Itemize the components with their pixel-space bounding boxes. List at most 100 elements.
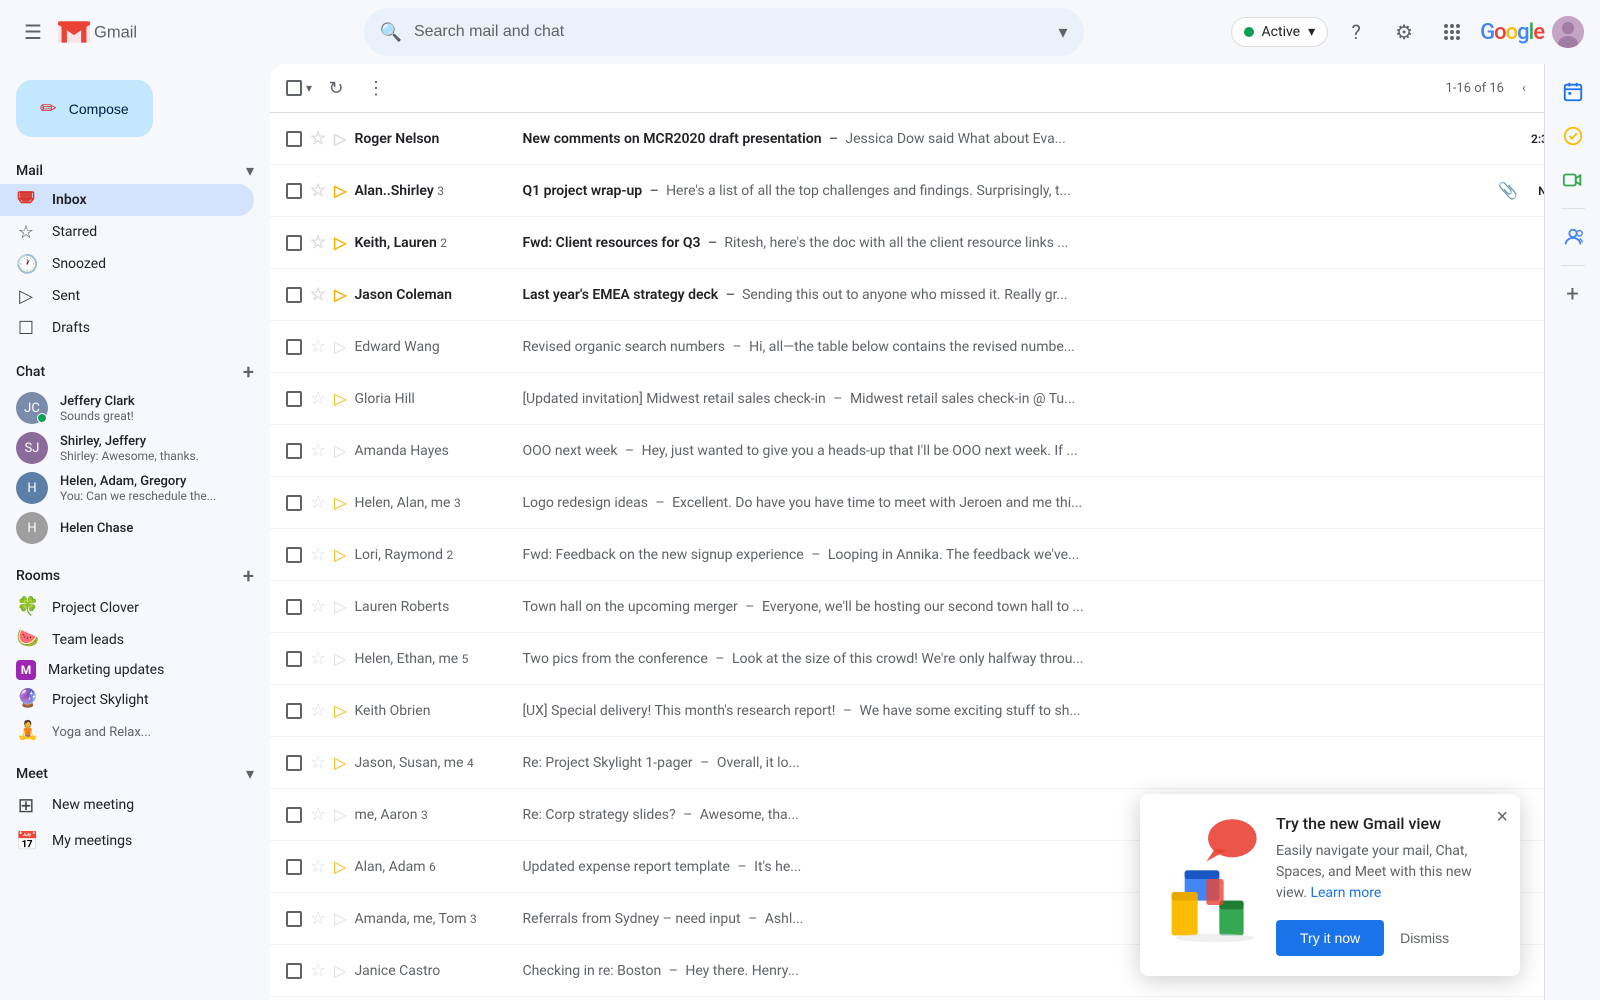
meet-my-meetings[interactable]: 📅 My meetings — [0, 823, 254, 859]
menu-icon[interactable]: ☰ — [16, 12, 50, 52]
user-avatar[interactable] — [1552, 16, 1584, 48]
email-row-9[interactable]: ☆ ▷ Lori, Raymond 2 Fwd: Feedback on the… — [270, 529, 1592, 581]
add-apps-button[interactable]: + — [1553, 274, 1593, 314]
room-marketing-updates[interactable]: M Marketing updates — [0, 656, 254, 684]
email-star-5[interactable]: ☆ — [310, 336, 326, 357]
chat-person-jeffery[interactable]: JC Jeffery Clark Sounds great! — [0, 388, 254, 428]
email-row-3[interactable]: ☆ ▷ Keith, Lauren 2 Fwd: Client resource… — [270, 217, 1592, 269]
chat-person-extra[interactable]: H Helen Chase — [0, 508, 254, 548]
email-star-7[interactable]: ☆ — [310, 440, 326, 461]
tasks-icon-btn[interactable] — [1553, 116, 1593, 156]
email-checkbox-11[interactable] — [286, 651, 302, 667]
email-checkbox-6[interactable] — [286, 391, 302, 407]
settings-button[interactable]: ⚙ — [1384, 12, 1424, 52]
chat-person-shirley[interactable]: SJ Shirley, Jeffery Shirley: Awesome, th… — [0, 428, 254, 468]
email-checkbox-13[interactable] — [286, 755, 302, 771]
dismiss-button[interactable]: Dismiss — [1400, 930, 1449, 946]
try-it-now-button[interactable]: Try it now — [1276, 920, 1384, 956]
email-checkbox-9[interactable] — [286, 547, 302, 563]
email-star-8[interactable]: ☆ — [310, 492, 326, 513]
status-button[interactable]: Active ▾ — [1231, 17, 1329, 47]
email-star-16[interactable]: ☆ — [310, 908, 326, 929]
chat-name-jeffery: Jeffery Clark — [60, 394, 238, 409]
email-checkbox-2[interactable] — [286, 183, 302, 199]
email-checkbox-16[interactable] — [286, 911, 302, 927]
help-button[interactable]: ? — [1336, 12, 1376, 52]
room-emoji-teamleads: 🍉 — [16, 628, 40, 652]
meet-new-meeting[interactable]: ⊞ New meeting — [0, 787, 254, 823]
sidebar-item-starred[interactable]: ☆ Starred — [0, 216, 254, 248]
room-yoga[interactable]: 🧘 Yoga and Relax... — [0, 716, 254, 748]
email-row-4[interactable]: ☆ ▷ Jason Coleman Last year's EMEA strat… — [270, 269, 1592, 321]
email-row-10[interactable]: ☆ ▷ Lauren Roberts Town hall on the upco… — [270, 581, 1592, 633]
email-row-11[interactable]: ☆ ▷ Helen, Ethan, me 5 Two pics from the… — [270, 633, 1592, 685]
email-checkbox-7[interactable] — [286, 443, 302, 459]
sidebar-item-sent[interactable]: ▷ Sent — [0, 280, 254, 312]
select-chevron-icon[interactable]: ▾ — [306, 81, 312, 95]
prev-page-button[interactable]: ‹ — [1508, 72, 1540, 104]
email-row-7[interactable]: ☆ ▷ Amanda Hayes OOO next week – Hey, ju… — [270, 425, 1592, 477]
email-star-15[interactable]: ☆ — [310, 856, 326, 877]
chat-person-helen[interactable]: H Helen, Adam, Gregory You: Can we resch… — [0, 468, 254, 508]
email-checkbox-4[interactable] — [286, 287, 302, 303]
email-checkbox-3[interactable] — [286, 235, 302, 251]
email-checkbox-17[interactable] — [286, 963, 302, 979]
room-project-skylight[interactable]: 🔮 Project Skylight — [0, 684, 254, 716]
email-checkbox-5[interactable] — [286, 339, 302, 355]
sidebar-item-drafts[interactable]: ☐ Drafts — [0, 312, 254, 344]
email-checkbox-10[interactable] — [286, 599, 302, 615]
email-star-11[interactable]: ☆ — [310, 648, 326, 669]
email-star-6[interactable]: ☆ — [310, 388, 326, 409]
email-star-14[interactable]: ☆ — [310, 804, 326, 825]
email-checkbox-12[interactable] — [286, 703, 302, 719]
email-star-17[interactable]: ☆ — [310, 960, 326, 981]
rooms-section-label[interactable]: Rooms + — [0, 556, 270, 592]
email-star-9[interactable]: ☆ — [310, 544, 326, 565]
left-sidebar: ✏ Compose Mail ▾ Inbox ☆ Starred 🕐 Snooz… — [0, 64, 270, 1000]
email-checkbox-1[interactable] — [286, 131, 302, 147]
chat-section-label[interactable]: Chat + — [0, 352, 270, 388]
email-row-1[interactable]: ☆ ▷ Roger Nelson New comments on MCR2020… — [270, 113, 1592, 165]
email-row-2[interactable]: ☆ ▷ Alan..Shirley 3 Q1 project wrap-up –… — [270, 165, 1592, 217]
room-team-leads[interactable]: 🍉 Team leads — [0, 624, 254, 656]
email-star-3[interactable]: ☆ — [310, 232, 326, 253]
contacts-icon-btn[interactable] — [1553, 217, 1593, 257]
chat-add-icon[interactable]: + — [243, 360, 254, 384]
email-sender-14: me, Aaron 3 — [354, 807, 514, 823]
meet-section-label[interactable]: Meet ▾ — [0, 756, 270, 787]
more-options-button[interactable]: ⋮ — [360, 72, 392, 104]
select-all-checkbox[interactable] — [286, 80, 302, 96]
email-checkbox-14[interactable] — [286, 807, 302, 823]
email-star-4[interactable]: ☆ — [310, 284, 326, 305]
meet-icon-btn[interactable] — [1553, 160, 1593, 200]
popup-close-button[interactable]: × — [1496, 806, 1508, 829]
refresh-button[interactable]: ↻ — [320, 72, 352, 104]
popup-description: Easily navigate your mail, Chat, Spaces,… — [1276, 841, 1500, 904]
email-row-5[interactable]: ☆ ▷ Edward Wang Revised organic search n… — [270, 321, 1592, 373]
email-row-8[interactable]: ☆ ▷ Helen, Alan, me 3 Logo redesign idea… — [270, 477, 1592, 529]
email-row-6[interactable]: ☆ ▷ Gloria Hill [Updated invitation] Mid… — [270, 373, 1592, 425]
rooms-add-icon[interactable]: + — [243, 564, 254, 588]
apps-button[interactable] — [1432, 12, 1472, 52]
room-project-clover[interactable]: 🍀 Project Clover — [0, 592, 254, 624]
email-checkbox-15[interactable] — [286, 859, 302, 875]
email-checkbox-8[interactable] — [286, 495, 302, 511]
search-expand-icon[interactable]: ▾ — [1058, 22, 1067, 43]
email-star-2[interactable]: ☆ — [310, 180, 326, 201]
email-star-1[interactable]: ☆ — [310, 128, 326, 149]
mail-section-label[interactable]: Mail ▾ — [0, 153, 270, 184]
email-forward-icon-17: ▷ — [334, 961, 346, 980]
email-row-13[interactable]: ☆ ▷ Jason, Susan, me 4 Re: Project Skyli… — [270, 737, 1592, 789]
email-star-10[interactable]: ☆ — [310, 596, 326, 617]
email-forward-icon-7: ▷ — [334, 441, 346, 460]
email-forward-icon-5: ▷ — [334, 337, 346, 356]
calendar-icon-btn[interactable] — [1553, 72, 1593, 112]
learn-more-link[interactable]: Learn more — [1310, 885, 1381, 901]
email-row-12[interactable]: ☆ ▷ Keith Obrien [UX] Special delivery! … — [270, 685, 1592, 737]
compose-button[interactable]: ✏ Compose — [16, 80, 153, 137]
search-input[interactable] — [414, 23, 1047, 41]
sidebar-item-inbox[interactable]: Inbox — [0, 184, 254, 216]
email-star-12[interactable]: ☆ — [310, 700, 326, 721]
sidebar-item-snoozed[interactable]: 🕐 Snoozed — [0, 248, 254, 280]
email-star-13[interactable]: ☆ — [310, 752, 326, 773]
